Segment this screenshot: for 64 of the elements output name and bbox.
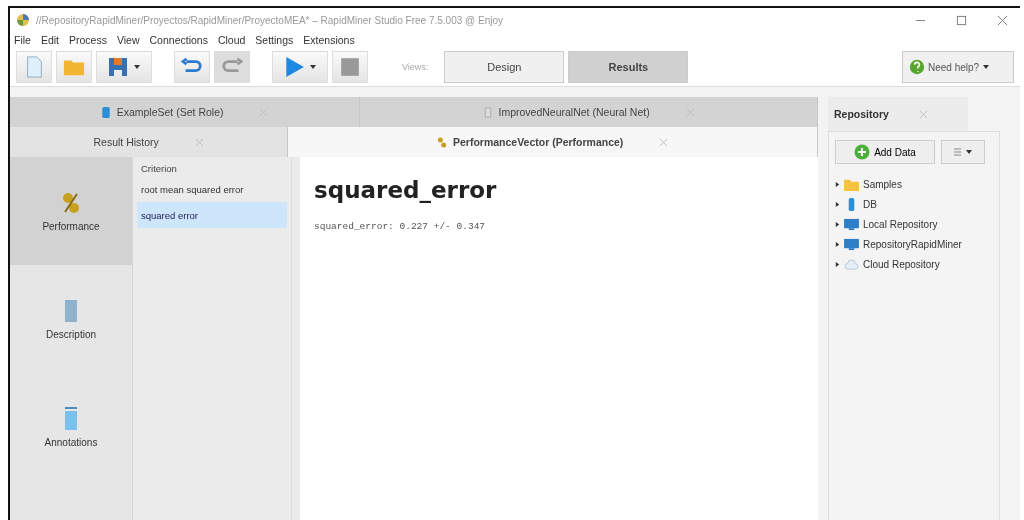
stop-button[interactable] xyxy=(332,51,368,83)
run-button[interactable] xyxy=(272,51,328,83)
expand-icon xyxy=(835,260,840,268)
criterion-item[interactable]: root mean squared error xyxy=(137,176,287,202)
undo-button[interactable] xyxy=(174,51,210,83)
menu-item[interactable]: Settings xyxy=(255,34,294,46)
repository-item[interactable]: DB xyxy=(835,194,993,214)
caret-icon xyxy=(309,63,317,71)
stop-icon xyxy=(339,56,361,78)
data-icon xyxy=(100,105,111,119)
menu-item[interactable]: Process xyxy=(69,34,107,46)
menu-item[interactable]: Cloud xyxy=(217,34,246,46)
new-process-button[interactable] xyxy=(16,51,52,83)
repository-tab[interactable]: Repository xyxy=(834,108,889,120)
question-icon xyxy=(909,59,925,75)
app-logo-icon xyxy=(16,13,30,27)
open-button[interactable] xyxy=(56,51,92,83)
criterion-item[interactable]: squared error xyxy=(137,202,287,228)
repository-item[interactable]: Cloud Repository xyxy=(835,254,993,274)
close-icon[interactable] xyxy=(997,14,1008,26)
expand-icon xyxy=(835,220,840,228)
view-tab[interactable]: Design xyxy=(444,51,565,83)
cloud-icon xyxy=(844,257,859,271)
percent-icon xyxy=(436,135,447,149)
caret-icon xyxy=(982,63,991,71)
criterion-label: Criterion xyxy=(140,163,178,176)
tab[interactable]: PerformanceVector (Performance) xyxy=(288,127,818,157)
window-title: //RepositoryRapidMiner/Proyectos/RapidMiner/ProyectoMEA* – RapidMiner Studio Free 7.5.003 @ Enjoy xyxy=(36,14,504,26)
repository-item[interactable]: RepositoryRapidMiner xyxy=(835,234,993,254)
model-icon xyxy=(482,105,493,119)
menu-item[interactable]: File xyxy=(14,34,31,46)
redo-button[interactable] xyxy=(214,51,250,83)
side-nav-item[interactable]: Annotations xyxy=(10,373,132,481)
repository-item[interactable]: Local Repository xyxy=(835,214,993,234)
side-nav-item[interactable]: Performance xyxy=(10,157,132,265)
save-button[interactable] xyxy=(96,51,152,83)
close-icon[interactable] xyxy=(918,109,928,119)
folder-icon xyxy=(844,177,859,191)
expand-icon xyxy=(835,240,840,248)
result-value: squared_error: 0.227 +/- 0.347 xyxy=(314,221,487,232)
help-button[interactable]: Need help? xyxy=(902,51,1014,83)
views-label: Views: xyxy=(402,62,429,72)
expand-icon xyxy=(835,200,840,208)
play-icon xyxy=(283,56,305,78)
menu-item[interactable]: View xyxy=(116,34,140,46)
expand-icon xyxy=(835,180,840,188)
repository-item[interactable]: Samples xyxy=(835,174,993,194)
menu-button[interactable] xyxy=(941,140,985,164)
close-icon[interactable] xyxy=(659,137,669,147)
maximize-icon[interactable] xyxy=(956,14,967,26)
monitor-icon xyxy=(844,237,859,251)
monitor-icon xyxy=(844,217,859,231)
menu-item[interactable]: Connections xyxy=(149,34,208,46)
caret-icon xyxy=(133,63,141,71)
add-data-button[interactable]: Add Data xyxy=(835,140,935,164)
menu-item[interactable]: Edit xyxy=(40,34,59,46)
plus-icon xyxy=(854,144,871,160)
view-tab[interactable]: Results xyxy=(568,51,689,83)
result-heading: squared_error xyxy=(314,177,498,203)
side-nav-item[interactable]: Description xyxy=(10,265,132,373)
menu-item[interactable]: Extensions xyxy=(303,34,355,46)
menu-icon xyxy=(953,147,973,157)
save-icon xyxy=(107,56,129,78)
percent-icon xyxy=(61,190,81,215)
